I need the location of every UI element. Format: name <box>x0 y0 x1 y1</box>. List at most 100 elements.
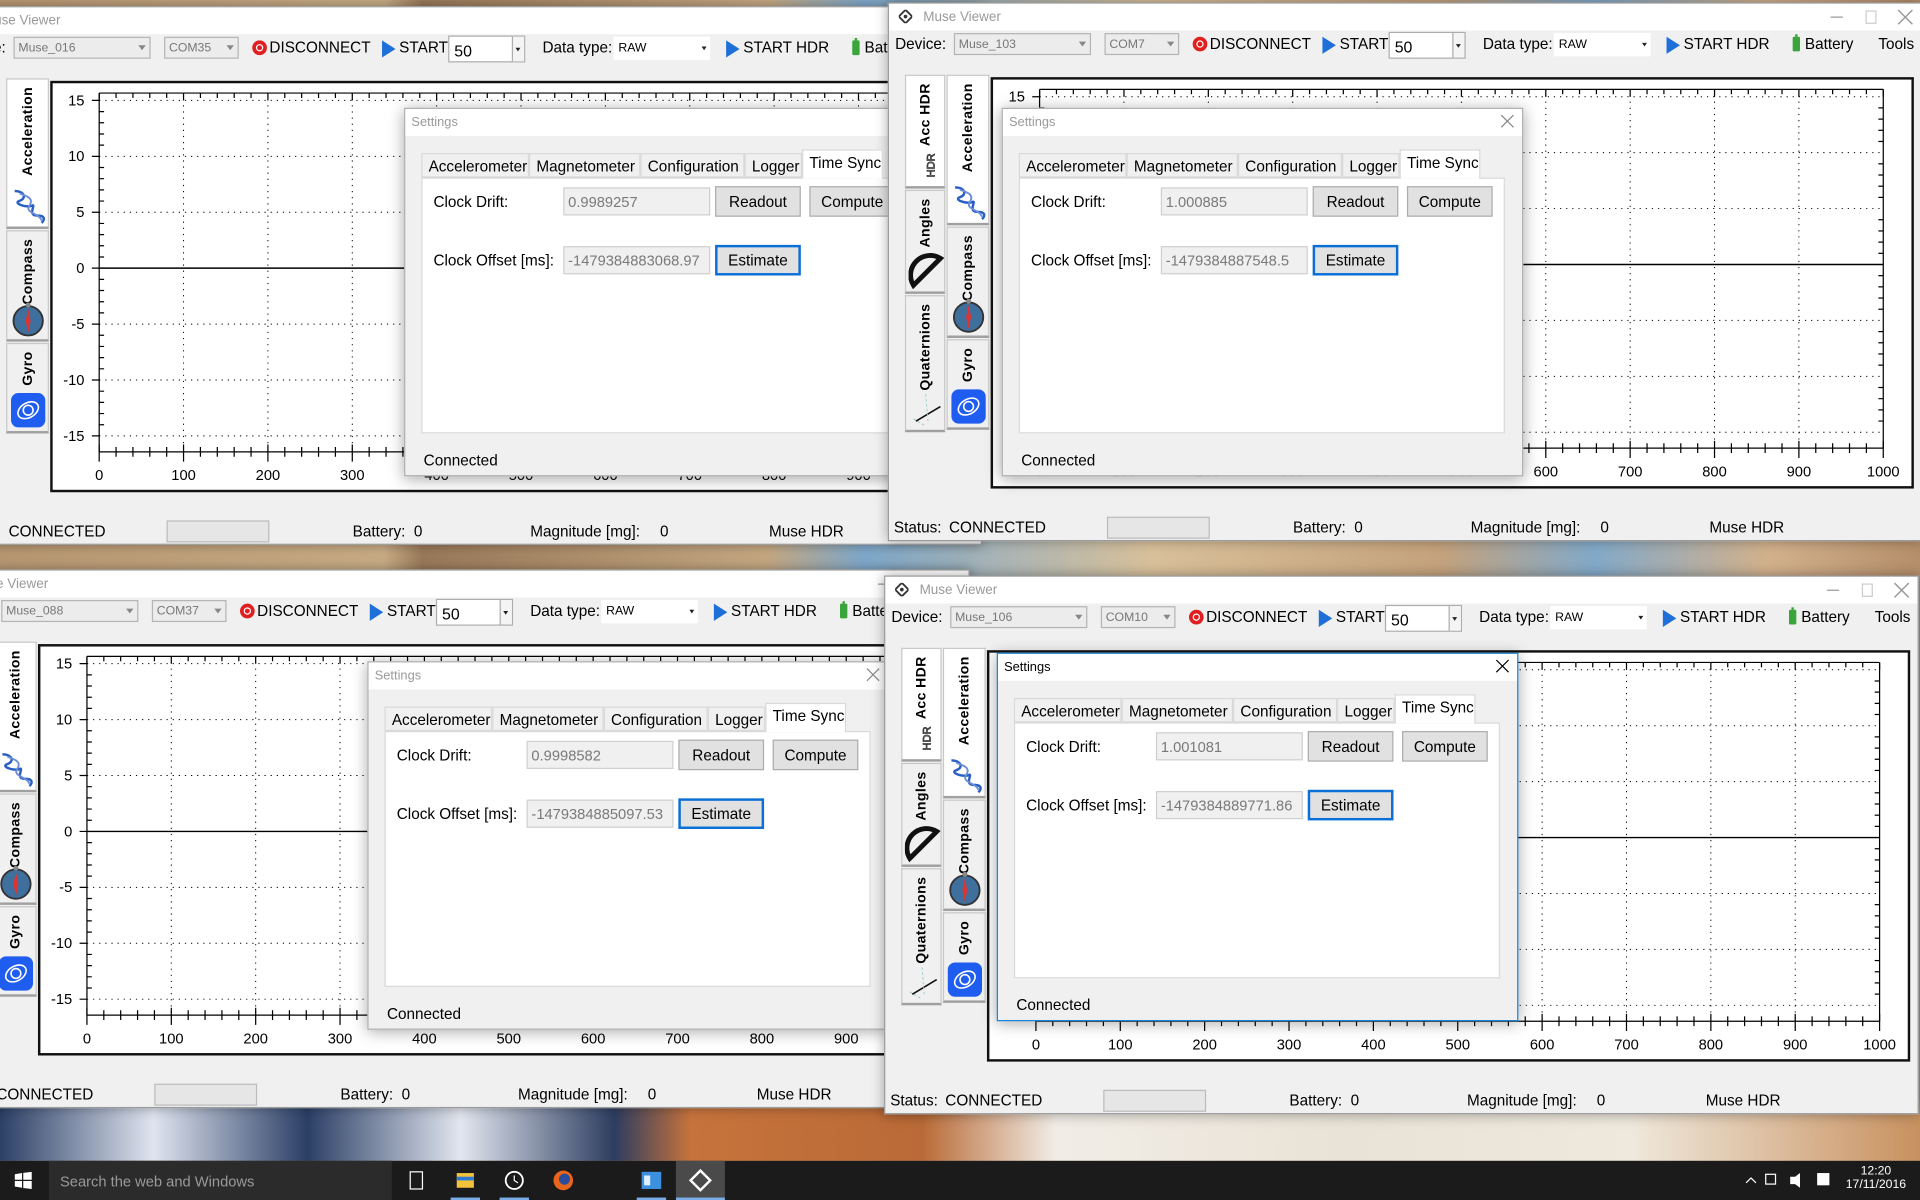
rate-spinner[interactable]: 50 <box>1388 31 1466 59</box>
side-tab-0[interactable]: Acceleration <box>0 641 37 793</box>
maximize-button[interactable] <box>1859 582 1876 599</box>
maximize-button[interactable] <box>1862 9 1879 26</box>
readout-button[interactable]: Readout <box>1312 186 1399 217</box>
readout-button[interactable]: Readout <box>1307 731 1394 762</box>
compute-button[interactable]: Compute <box>809 186 896 217</box>
disconnect-button[interactable]: DISCONNECT <box>240 598 358 627</box>
start-button[interactable]: START <box>382 34 448 63</box>
data-type-select[interactable]: RAW <box>1553 33 1651 57</box>
readout-button[interactable]: Readout <box>715 186 801 217</box>
clock-offset-field[interactable]: -1479384887548.5 <box>1160 246 1308 275</box>
data-type-select[interactable]: RAW <box>613 36 711 61</box>
settings-tab-3[interactable]: Logger <box>744 153 803 178</box>
port-select[interactable]: COM37 <box>151 600 227 623</box>
minimize-button[interactable] <box>1828 9 1845 26</box>
clock-offset-field[interactable]: -1479384885097.53 <box>526 799 674 828</box>
clock-drift-field[interactable]: 0.9989257 <box>563 187 711 216</box>
dialog-title-bar[interactable]: Settings <box>368 662 888 690</box>
close-icon[interactable] <box>866 667 881 682</box>
title-bar[interactable]: Muse Viewer <box>885 576 1918 604</box>
settings-tab-1[interactable]: Magnetometer <box>1126 153 1238 178</box>
settings-tab-3[interactable]: Logger <box>707 706 766 732</box>
close-button[interactable] <box>1893 582 1910 599</box>
disconnect-button[interactable]: DISCONNECT <box>1188 604 1307 633</box>
clock-drift-field[interactable]: 1.000885 <box>1160 187 1308 216</box>
settings-tab-4[interactable]: Time Sync <box>765 702 847 733</box>
side-tab-2[interactable]: Quaternions <box>904 295 946 433</box>
spinner-arrow[interactable] <box>511 36 525 62</box>
estimate-button[interactable]: Estimate <box>715 244 801 276</box>
settings-tab-0[interactable]: Accelerometer <box>1013 697 1122 723</box>
side-tab-0[interactable]: Acceleration <box>946 74 990 226</box>
start-hdr-button[interactable]: START HDR <box>713 598 827 627</box>
settings-tab-3[interactable]: Logger <box>1342 153 1400 178</box>
settings-tab-4[interactable]: Time Sync <box>1394 694 1476 724</box>
clock-drift-field[interactable]: 0.9998582 <box>526 740 674 769</box>
clock[interactable]: 12:20 17/11/2016 <box>1837 1164 1915 1191</box>
device-select[interactable]: Muse_106 <box>950 606 1088 629</box>
rate-spinner[interactable]: 50 <box>1384 604 1463 632</box>
settings-tab-1[interactable]: Magnetometer <box>1121 697 1234 723</box>
side-tab-2[interactable]: Quaternions <box>901 868 942 1006</box>
side-tab-1[interactable]: Compass <box>946 226 990 338</box>
dialog-title-bar[interactable]: Settings <box>997 653 1518 681</box>
estimate-button[interactable]: Estimate <box>678 798 765 829</box>
clock-offset-field[interactable]: -1479384883068.97 <box>563 246 711 275</box>
settings-tab-2[interactable]: Configuration <box>603 706 708 732</box>
spinner-arrow[interactable] <box>1448 606 1461 631</box>
side-tab-1[interactable]: Compass <box>6 230 49 342</box>
side-tab-2[interactable]: Gyro <box>942 912 986 1003</box>
device-select[interactable]: Muse_103 <box>953 33 1092 56</box>
side-tab-2[interactable]: Gyro <box>0 906 37 997</box>
tray-icons[interactable] <box>1741 1171 1837 1191</box>
rate-spinner[interactable]: 50 <box>448 35 526 63</box>
side-tab-0[interactable]: Acc HDR HDR <box>904 74 946 189</box>
settings-tab-0[interactable]: Accelerometer <box>1018 153 1127 178</box>
settings-tab-4[interactable]: Time Sync <box>802 149 883 179</box>
start-hdr-button[interactable]: START HDR <box>1666 31 1780 60</box>
clock-drift-field[interactable]: 1.001081 <box>1155 732 1303 761</box>
settings-tab-1[interactable]: Magnetometer <box>528 153 641 178</box>
side-tab-1[interactable]: Compass <box>0 793 37 905</box>
side-tab-2[interactable]: Gyro <box>946 339 990 430</box>
side-tab-0[interactable]: Acceleration <box>942 647 986 799</box>
close-button[interactable] <box>1897 9 1914 26</box>
search-box[interactable]: Search the web and Windows <box>48 1160 392 1200</box>
task-view-icon[interactable] <box>392 1161 441 1200</box>
title-bar[interactable]: Muse Viewer <box>0 570 969 598</box>
settings-tab-2[interactable]: Configuration <box>1237 153 1343 178</box>
title-bar[interactable]: Muse Viewer <box>0 7 981 35</box>
estimate-button[interactable]: Estimate <box>1312 244 1399 276</box>
port-select[interactable]: COM7 <box>1104 33 1180 56</box>
rate-spinner[interactable]: 50 <box>435 598 514 626</box>
battery-button[interactable]: Battery <box>1791 31 1867 60</box>
readout-button[interactable]: Readout <box>678 739 765 771</box>
disconnect-button[interactable]: DISCONNECT <box>252 34 371 63</box>
close-icon[interactable] <box>1495 659 1510 674</box>
app-window-icon[interactable] <box>627 1161 676 1200</box>
minimize-button[interactable] <box>1824 582 1841 599</box>
side-tab-2[interactable]: Gyro <box>6 342 49 434</box>
muse-viewer-taskbar-button[interactable] <box>675 1160 725 1200</box>
port-select[interactable]: COM35 <box>164 36 239 59</box>
side-tab-1[interactable]: Angles <box>901 762 942 867</box>
settings-tab-2[interactable]: Configuration <box>640 153 745 178</box>
file-explorer-icon[interactable] <box>441 1161 490 1200</box>
settings-tab-0[interactable]: Accelerometer <box>421 153 529 178</box>
settings-tab-3[interactable]: Logger <box>1337 697 1395 723</box>
title-bar[interactable]: Muse Viewer <box>888 3 1920 31</box>
device-select[interactable]: Muse_088 <box>1 600 139 623</box>
start-hdr-button[interactable]: START HDR <box>726 34 839 63</box>
compute-button[interactable]: Compute <box>772 739 859 771</box>
spinner-arrow[interactable] <box>499 600 512 625</box>
tools-menu[interactable]: Tools <box>1875 609 1911 626</box>
compute-button[interactable]: Compute <box>1402 731 1488 762</box>
settings-tab-4[interactable]: Time Sync <box>1399 149 1481 179</box>
dialog-title-bar[interactable]: Settings <box>405 108 925 136</box>
disconnect-button[interactable]: DISCONNECT <box>1192 31 1311 60</box>
spinner-arrow[interactable] <box>1452 33 1465 58</box>
side-tab-1[interactable]: Compass <box>942 799 986 912</box>
data-type-select[interactable]: RAW <box>1550 606 1647 630</box>
settings-tab-1[interactable]: Magnetometer <box>492 706 604 732</box>
data-type-select[interactable]: RAW <box>601 600 698 624</box>
